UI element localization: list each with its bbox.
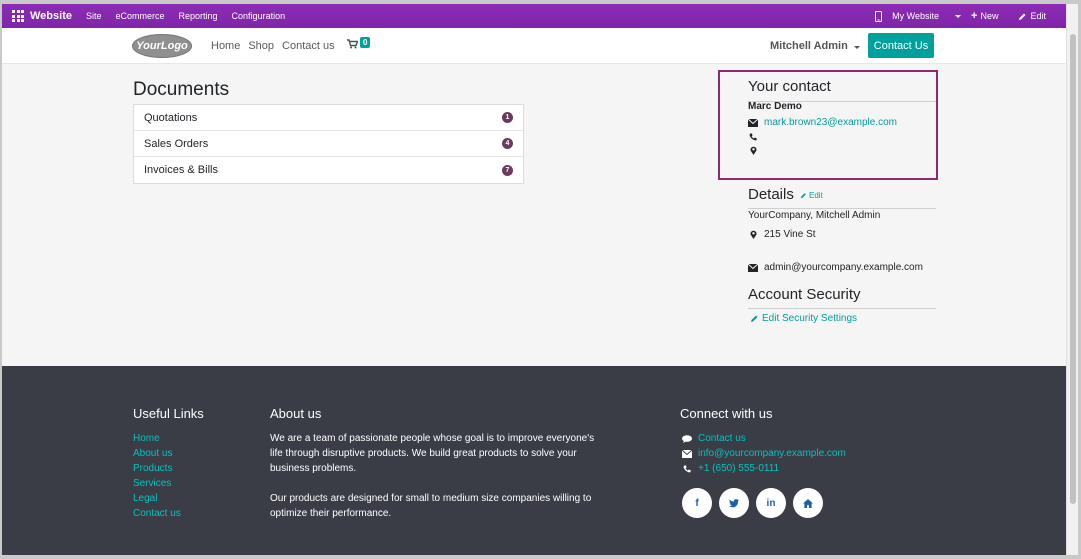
about-us-paragraph-2: Our products are designed for small to m… [270, 493, 592, 519]
connect-with-us-title: Connect with us [680, 406, 773, 421]
linkedin-icon[interactable]: in [756, 488, 786, 518]
plus-icon: + [971, 10, 978, 22]
apps-grid-icon[interactable] [12, 10, 24, 22]
menu-reporting[interactable]: Reporting [179, 11, 218, 21]
social-links: f in [682, 488, 823, 518]
connect-email-row[interactable]: info@yourcompany.example.com [682, 446, 846, 461]
useful-links-title: Useful Links [133, 406, 204, 421]
mobile-preview-icon[interactable] [875, 10, 883, 22]
pencil-icon [1019, 13, 1026, 20]
cart-count-badge: 0 [360, 37, 371, 48]
details-edit-label: Edit [809, 191, 823, 200]
details-email: admin@yourcompany.example.com [764, 262, 923, 273]
useful-links-list: Home About us Products Services Legal Co… [133, 431, 181, 521]
document-item-invoices-bills[interactable]: Invoices & Bills 7 [134, 157, 523, 183]
site-header: YourLogo Home Shop Contact us 0 Mitchell… [2, 28, 1066, 64]
details-email-row: admin@yourcompany.example.com [748, 262, 923, 273]
comment-icon [682, 434, 692, 443]
about-us-paragraph-1: We are a team of passionate people whose… [270, 433, 595, 474]
home-icon[interactable] [793, 488, 823, 518]
site-footer: Useful Links Home About us Products Serv… [2, 366, 1066, 555]
map-marker-icon [748, 230, 758, 239]
divider [748, 308, 936, 309]
about-us-title: About us [270, 406, 322, 421]
documents-title: Documents [133, 79, 230, 100]
document-item-quotations[interactable]: Quotations 1 [134, 105, 523, 131]
footer-link-about-us[interactable]: About us [133, 446, 181, 461]
vertical-scrollbar[interactable] [1066, 4, 1078, 555]
footer-link-home[interactable]: Home [133, 431, 181, 446]
footer-link-contact-us[interactable]: Contact us [133, 506, 181, 521]
scrollbar-thumb[interactable] [1070, 34, 1076, 504]
footer-link-products[interactable]: Products [133, 461, 181, 476]
details-edit-link[interactable]: Edit [800, 191, 823, 200]
connect-contact-row[interactable]: Contact us [682, 431, 846, 446]
your-contact-title: Your contact [748, 78, 831, 95]
count-badge: 4 [502, 138, 513, 149]
envelope-icon [682, 449, 692, 458]
nav-shop[interactable]: Shop [248, 40, 274, 52]
caret-down-icon [853, 46, 860, 49]
my-website-dropdown[interactable]: My Website [892, 11, 962, 21]
count-badge: 7 [502, 164, 513, 176]
phone-icon [748, 133, 758, 141]
edit-label: Edit [1030, 11, 1046, 21]
documents-list: Quotations 1 Sales Orders 4 Invoices & B… [133, 104, 524, 184]
contact-phone-row [748, 133, 758, 141]
document-label: Sales Orders [144, 137, 209, 150]
pencil-icon [751, 315, 758, 322]
contact-email-link[interactable]: mark.brown23@example.com [764, 117, 897, 128]
site-logo[interactable]: YourLogo [132, 34, 192, 58]
contact-us-button[interactable]: Contact Us [868, 33, 934, 58]
document-label: Invoices & Bills [144, 164, 218, 176]
menu-site[interactable]: Site [86, 11, 102, 21]
phone-icon [682, 465, 692, 473]
edit-security-settings-link[interactable]: Edit Security Settings [750, 313, 857, 324]
contact-email-row: mark.brown23@example.com [748, 117, 897, 128]
footer-link-legal[interactable]: Legal [133, 491, 181, 506]
cart-icon[interactable] [347, 39, 359, 52]
user-name: Mitchell Admin [770, 40, 848, 52]
contact-location-row [748, 146, 758, 155]
envelope-icon [748, 263, 758, 272]
connect-phone-link: +1 (650) 555-0111 [698, 463, 780, 474]
edit-button[interactable]: Edit [1018, 11, 1056, 21]
admin-bar: Website Site eCommerce Reporting Configu… [2, 4, 1066, 28]
connect-phone-row[interactable]: +1 (650) 555-0111 [682, 461, 846, 476]
new-button[interactable]: + New [971, 10, 1008, 22]
document-item-sales-orders[interactable]: Sales Orders 4 [134, 131, 523, 157]
map-marker-icon [748, 146, 758, 155]
envelope-icon [748, 118, 758, 127]
connect-list: Contact us info@yourcompany.example.com … [682, 431, 846, 476]
divider [748, 208, 936, 209]
user-menu[interactable]: Mitchell Admin [770, 40, 860, 52]
edit-security-settings-label: Edit Security Settings [762, 313, 858, 324]
connect-email-link: info@yourcompany.example.com [698, 448, 846, 459]
details-address-row: 215 Vine St [748, 229, 816, 240]
details-title: Details [748, 186, 794, 203]
facebook-icon[interactable]: f [682, 488, 712, 518]
connect-contact-link: Contact us [698, 433, 746, 444]
caret-down-icon [955, 14, 962, 18]
menu-ecommerce[interactable]: eCommerce [116, 11, 165, 21]
main-nav: Home Shop Contact us [211, 40, 335, 52]
admin-brand[interactable]: Website [30, 10, 72, 22]
nav-home[interactable]: Home [211, 40, 240, 52]
browser-viewport: Website Site eCommerce Reporting Configu… [2, 4, 1066, 555]
details-address: 215 Vine St [764, 229, 816, 240]
new-label: New [980, 11, 999, 21]
pencil-icon [800, 193, 806, 199]
account-security-title: Account Security [748, 286, 861, 303]
twitter-icon[interactable] [719, 488, 749, 518]
my-website-label: My Website [892, 11, 940, 21]
document-label: Quotations [144, 111, 198, 124]
footer-link-services[interactable]: Services [133, 476, 181, 491]
menu-configuration[interactable]: Configuration [232, 11, 286, 21]
nav-contact-us[interactable]: Contact us [282, 40, 335, 52]
contact-name: Marc Demo [748, 101, 802, 112]
count-badge: 1 [502, 112, 513, 123]
details-company: YourCompany, Mitchell Admin [748, 210, 881, 221]
